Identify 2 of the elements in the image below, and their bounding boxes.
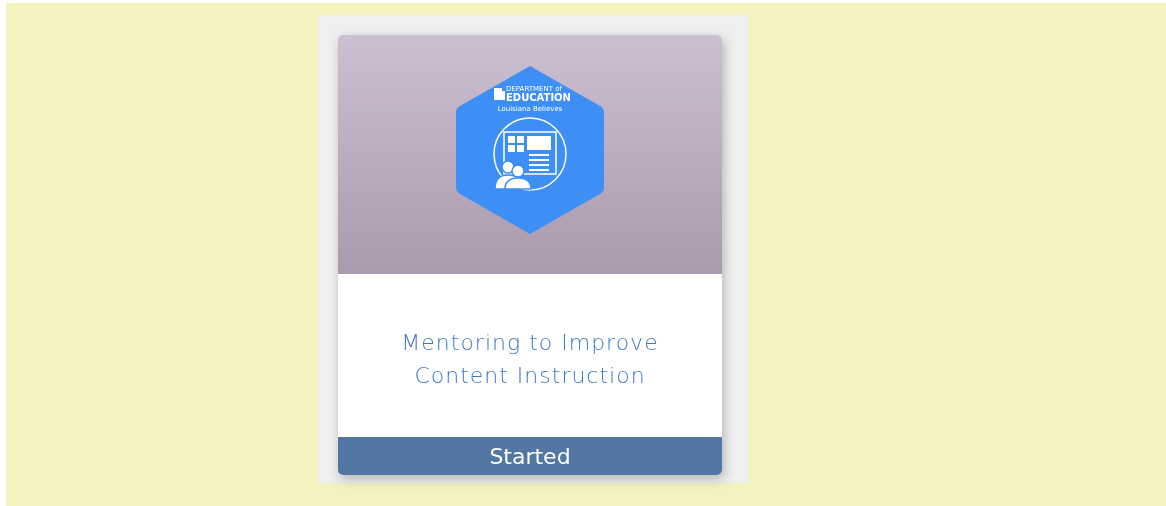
status-bar: Started [338, 437, 722, 475]
course-title: Mentoring to Improve Content Instruction [400, 328, 660, 390]
